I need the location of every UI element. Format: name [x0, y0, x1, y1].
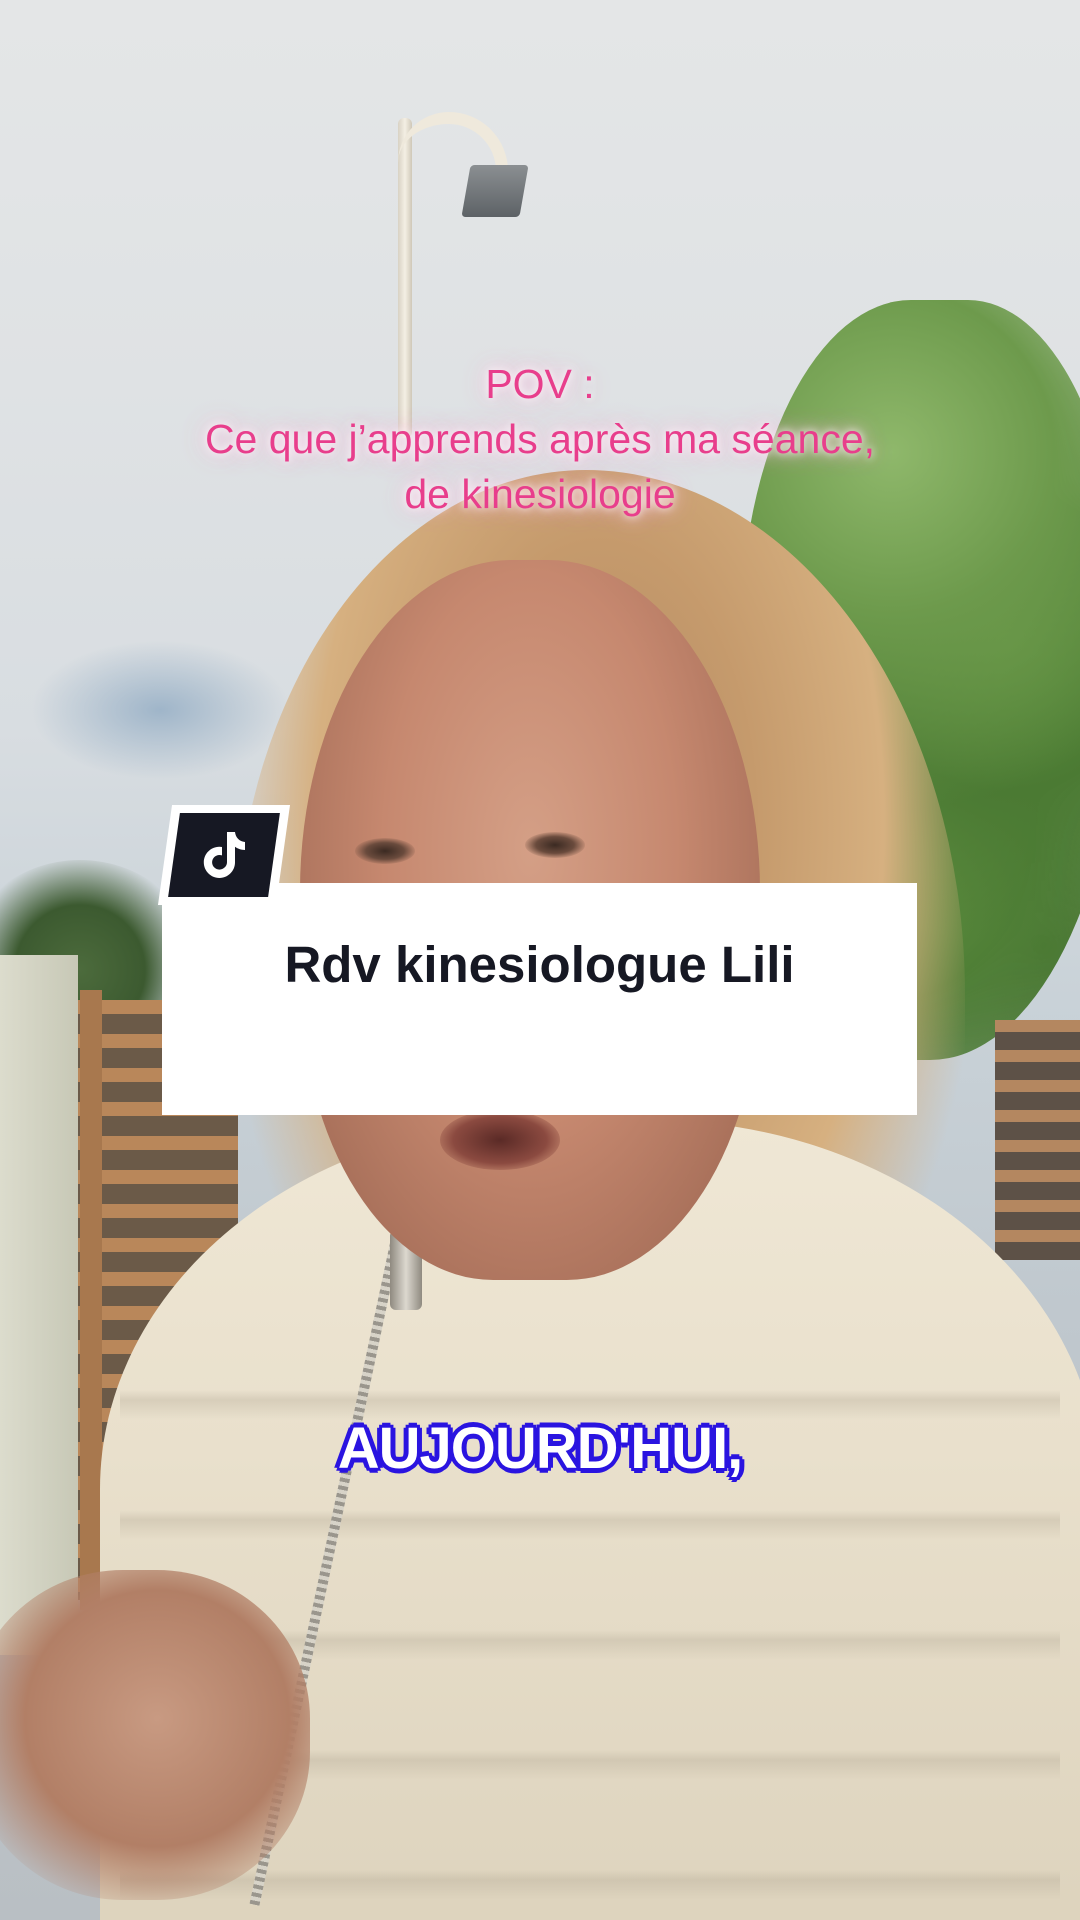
sky-background: [30, 640, 290, 780]
pov-title-line-2: Ce que j’apprends après ma séance,: [204, 416, 876, 462]
reply-card[interactable]: Rdv kinesiologue Lili: [162, 883, 917, 1115]
pov-title-overlay: POV : Ce que j’apprends après ma séance,…: [40, 357, 1040, 522]
reply-card-title: Rdv kinesiologue Lili: [284, 936, 795, 993]
wall-pillar: [0, 955, 78, 1655]
person-mouth: [440, 1110, 560, 1170]
person-eye-left: [355, 838, 415, 864]
person-eye-right: [525, 832, 585, 858]
person-hand: [0, 1570, 310, 1900]
video-frame[interactable]: POV : Ce que j’apprends après ma séance,…: [0, 0, 1080, 1920]
tiktok-badge-inner: [168, 813, 280, 897]
street-lamp-head: [461, 165, 529, 217]
tiktok-logo-icon: [203, 832, 245, 878]
pov-title-line-3: de kinesiologie: [404, 471, 676, 517]
fence-post: [80, 990, 102, 1610]
wooden-fence-right: [995, 1020, 1080, 1260]
pov-title-line-1: POV :: [485, 361, 595, 407]
subtitle-caption: AUJOURD'HUI,: [337, 1415, 745, 1482]
tiktok-badge: [157, 805, 291, 905]
